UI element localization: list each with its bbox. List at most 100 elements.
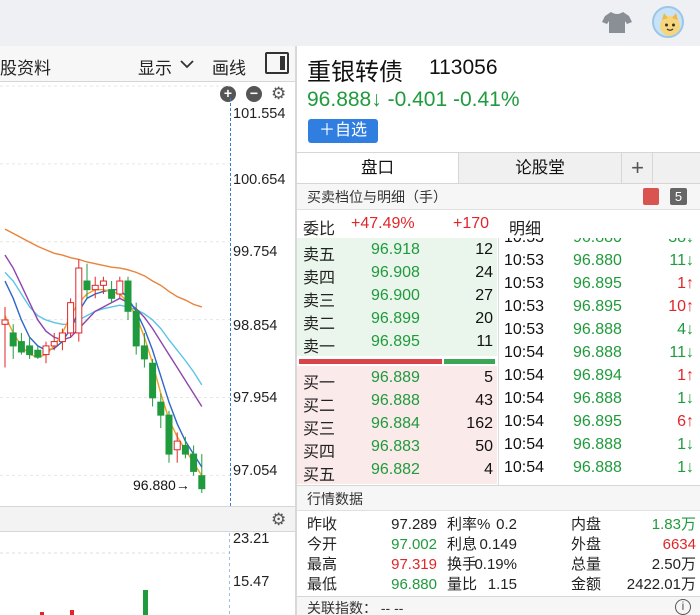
ask-row[interactable]: 卖四 96.908 24 — [297, 264, 497, 287]
bid-price: 96.889 — [371, 369, 420, 386]
tab-stock-profile[interactable]: 股资料 — [0, 54, 51, 79]
candle-body — [190, 453, 198, 472]
avatar[interactable] — [652, 6, 684, 38]
market-field-value: 97.319 — [391, 556, 437, 573]
trade-time: 10:53 — [504, 238, 544, 247]
trade-row: 10:54 96.895 6↑ — [502, 413, 700, 436]
trade-time: 10:53 — [504, 252, 545, 269]
trade-row: 10:54 96.888 11↓ — [502, 344, 700, 367]
trade-volume: 11↓ — [669, 252, 694, 269]
trade-volume: 1↑ — [677, 275, 694, 292]
bid-volume: 4 — [484, 461, 493, 478]
market-field-label: 外盘 — [571, 536, 602, 553]
market-field-value: 1.15 — [487, 576, 517, 593]
bid-row[interactable]: 买四 96.883 50 — [297, 438, 497, 461]
bid-row[interactable]: 买二 96.888 43 — [297, 392, 497, 415]
candle-body — [116, 280, 124, 295]
candle-body — [67, 302, 75, 334]
candle-body — [132, 310, 140, 347]
candle-body — [198, 475, 206, 490]
market-field-value: 0.19% — [474, 556, 517, 573]
trade-volume: 4↓ — [677, 321, 694, 338]
ask-volume: 12 — [475, 241, 493, 258]
ask-level: 卖一 — [303, 339, 336, 356]
gear-icon[interactable]: ⚙ — [271, 85, 286, 102]
sub-chart-header — [0, 506, 295, 532]
related-index-value: -- -- — [380, 600, 404, 615]
trade-row: 10:53 96.880 11↓ — [502, 252, 700, 275]
trade-volume: 1↓ — [677, 390, 694, 407]
candle-body — [149, 362, 157, 399]
market-field-value: 97.289 — [391, 516, 437, 533]
trade-volume: 10↑ — [668, 298, 694, 315]
trade-time: 10:53 — [504, 298, 545, 315]
volume-axis-label: 15.47 — [233, 574, 270, 590]
market-field-value: 0.2 — [496, 516, 517, 533]
ask-volume: 24 — [475, 264, 493, 281]
bid-price: 96.882 — [371, 461, 420, 478]
bid-row[interactable]: 买一 96.889 5 — [297, 369, 497, 392]
ask-volume: 20 — [475, 310, 493, 327]
trade-time: 10:54 — [504, 459, 545, 476]
ratio-diff: +170 — [453, 215, 490, 232]
depth-badge[interactable]: 5 — [670, 188, 687, 205]
trade-row: 10:53 96.888 4↓ — [502, 321, 700, 344]
market-field-value: 6634 — [662, 536, 696, 553]
ask-row[interactable]: 卖一 96.895 11 — [297, 333, 497, 356]
trade-price: 96.880 — [573, 252, 622, 269]
trade-price: 96.895 — [573, 413, 622, 430]
volume-chart[interactable] — [0, 533, 230, 615]
trade-row: 10:54 96.894 1↑ — [502, 367, 700, 390]
market-field-label: 内盘 — [571, 516, 602, 533]
ask-row[interactable]: 卖三 96.900 27 — [297, 287, 497, 310]
bid-row[interactable]: 买三 96.884 162 — [297, 415, 497, 438]
price-change-percent: -0.41% — [452, 88, 520, 111]
price-quote: 96.888↓ -0.401 -0.41% — [307, 88, 520, 112]
ask-price: 96.918 — [371, 241, 420, 258]
kline-chart[interactable] — [0, 82, 230, 506]
market-field-label: 最高 — [307, 556, 338, 573]
ask-row[interactable]: 卖五 96.918 12 — [297, 241, 497, 264]
trade-price: 96.888 — [573, 321, 622, 338]
ask-row[interactable]: 卖二 96.899 20 — [297, 310, 497, 333]
trade-row: 10:54 96.888 1↓ — [502, 436, 700, 459]
add-tab-button[interactable]: + — [623, 153, 653, 183]
market-field-value: 96.880 — [391, 576, 437, 593]
market-field-label: 昨收 — [307, 516, 338, 533]
bid-price: 96.883 — [371, 438, 420, 455]
ask-volume: 27 — [475, 287, 493, 304]
related-index-label: 关联指数： — [307, 600, 377, 615]
market-field-label: 利率% — [447, 516, 491, 533]
bid-row[interactable]: 买五 96.882 4 — [297, 461, 497, 484]
candle-body — [26, 345, 34, 356]
trade-detail-list[interactable]: 10:53 96.880 38↓ 10:53 96.880 11↓ 10:53 96.89… — [499, 238, 700, 485]
price-axis-label: 101.554 — [233, 106, 286, 122]
trade-time: 10:54 — [504, 344, 545, 361]
trade-price: 96.888 — [573, 436, 622, 453]
gear-icon[interactable]: ⚙ — [271, 511, 286, 528]
candle-body — [124, 280, 132, 312]
draw-line-button[interactable]: 画线 — [212, 54, 246, 79]
market-field-value: 2.50万 — [651, 556, 696, 573]
tab-forum[interactable]: 论股堂 — [459, 153, 622, 183]
level2-icon[interactable] — [643, 188, 659, 205]
zoom-out-icon[interactable]: − — [246, 86, 262, 102]
price-axis-label: 97.954 — [233, 390, 278, 406]
order-ratio-row: 委比 +47.49% +170 明细 — [297, 210, 700, 238]
tab-order-book[interactable]: 盘口 — [297, 153, 459, 183]
display-menu-button[interactable]: 显示 — [138, 54, 172, 79]
info-icon[interactable]: i — [675, 599, 691, 615]
tshirt-icon[interactable] — [601, 10, 633, 34]
candle-body — [99, 280, 107, 286]
candle-body — [173, 440, 181, 451]
candle-body — [58, 332, 66, 343]
ask-level: 卖四 — [303, 270, 336, 287]
chevron-down-icon[interactable] — [180, 59, 194, 69]
candle-body — [34, 349, 42, 358]
panel-toggle-icon[interactable] — [265, 52, 289, 74]
trade-time: 10:54 — [504, 367, 545, 384]
add-watchlist-button[interactable]: ＋自选 — [308, 119, 378, 143]
stock-code: 113056 — [429, 56, 498, 79]
bid-level: 买四 — [303, 444, 336, 461]
trade-row: 10:53 96.895 10↑ — [502, 298, 700, 321]
